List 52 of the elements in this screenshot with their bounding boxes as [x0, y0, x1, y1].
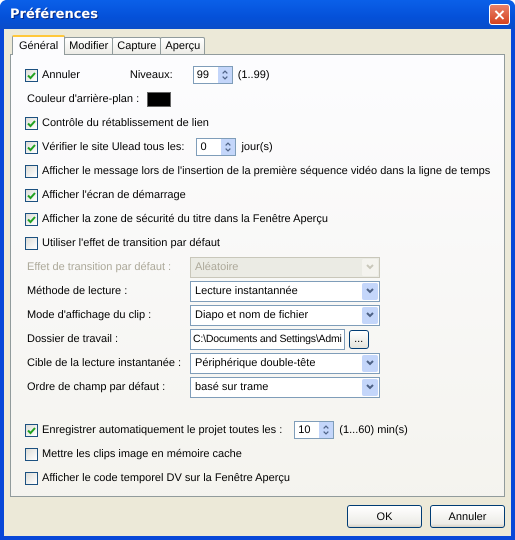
checkbox[interactable]	[25, 140, 38, 154]
tab[interactable]: Aperçu	[160, 37, 206, 54]
field-label: Cible de la lecture instantanée :	[26, 357, 182, 369]
spin-field[interactable]: 0	[196, 138, 236, 156]
checkbox-label[interactable]: Afficher le message lors de l'insertion de la première séquence vidéo dans la ligne de temps	[42, 164, 490, 178]
field-label: Mode d'affichage du clip :	[26, 309, 152, 321]
close-button[interactable]: ×	[489, 4, 510, 25]
checkbox-label[interactable]: Afficher l'écran de démarrage	[42, 188, 186, 202]
checkbox[interactable]	[25, 212, 38, 226]
tab[interactable]: Général	[12, 35, 66, 55]
dropdown[interactable]: Diapo et nom de fichier	[190, 304, 380, 326]
range-hint: (1...60) min(s)	[339, 424, 408, 436]
field-label: Ordre de champ par défaut :	[26, 381, 166, 393]
checkbox[interactable]	[25, 68, 38, 82]
checkbox-label[interactable]: Afficher le code temporel DV sur la Fenêtre Aperçu	[42, 471, 290, 485]
tab[interactable]: Capture	[112, 37, 162, 54]
dialog-button[interactable]: Annuler	[430, 505, 505, 528]
field-label: Effet de transition par défaut :	[26, 261, 172, 273]
spin-field[interactable]: 10	[294, 421, 334, 439]
checkbox[interactable]	[25, 448, 38, 460]
range-hint: (1..99)	[238, 69, 270, 81]
checkbox[interactable]	[25, 188, 38, 202]
checkbox[interactable]	[25, 164, 38, 178]
color-swatch[interactable]	[147, 92, 172, 106]
spinner-arrows-icon[interactable]	[221, 139, 236, 155]
checkbox-label[interactable]: Annuler	[42, 68, 80, 82]
checkbox[interactable]	[25, 116, 38, 130]
field-label: Méthode de lecture :	[26, 285, 128, 297]
field-label: Niveaux:	[130, 69, 173, 81]
field-label: Couleur d'arrière-plan :	[26, 93, 140, 105]
checkbox[interactable]	[25, 236, 38, 250]
checkbox-label[interactable]: Afficher la zone de sécurité du titre dans la Fenêtre Aperçu	[42, 212, 328, 226]
dropdown[interactable]: Périphérique double-tête	[190, 352, 380, 374]
dialog-button[interactable]: OK	[347, 505, 422, 528]
tab[interactable]: Modifier	[64, 37, 114, 54]
path-field[interactable]: C:\Documents and Settings\Admi	[190, 328, 345, 350]
spinner-arrows-icon[interactable]	[218, 67, 232, 83]
spin-field[interactable]: 99	[192, 66, 233, 84]
spinner-arrows-icon[interactable]	[319, 422, 334, 438]
checkbox-label[interactable]: Contrôle du rétablissement de lien	[42, 116, 209, 130]
dropdown[interactable]: Lecture instantannée	[190, 280, 380, 302]
field-label: Dossier de travail :	[26, 333, 120, 345]
checkbox-label[interactable]: Enregistrer automatiquement le projet toutes les :	[42, 423, 282, 437]
checkbox[interactable]	[25, 472, 38, 484]
checkbox-label[interactable]: Vérifier le site Ulead tous les:	[42, 140, 184, 154]
dropdown[interactable]: basé sur trame	[190, 376, 380, 398]
browse-button[interactable]: ...	[348, 330, 369, 348]
checkbox-label[interactable]: Mettre les clips image en mémoire cache	[42, 447, 242, 461]
checkbox-label[interactable]: Utiliser l'effet de transition par défaut	[42, 236, 220, 250]
window-title: Préférences	[10, 7, 98, 22]
checkbox[interactable]	[25, 424, 38, 436]
range-hint: jour(s)	[241, 141, 273, 153]
